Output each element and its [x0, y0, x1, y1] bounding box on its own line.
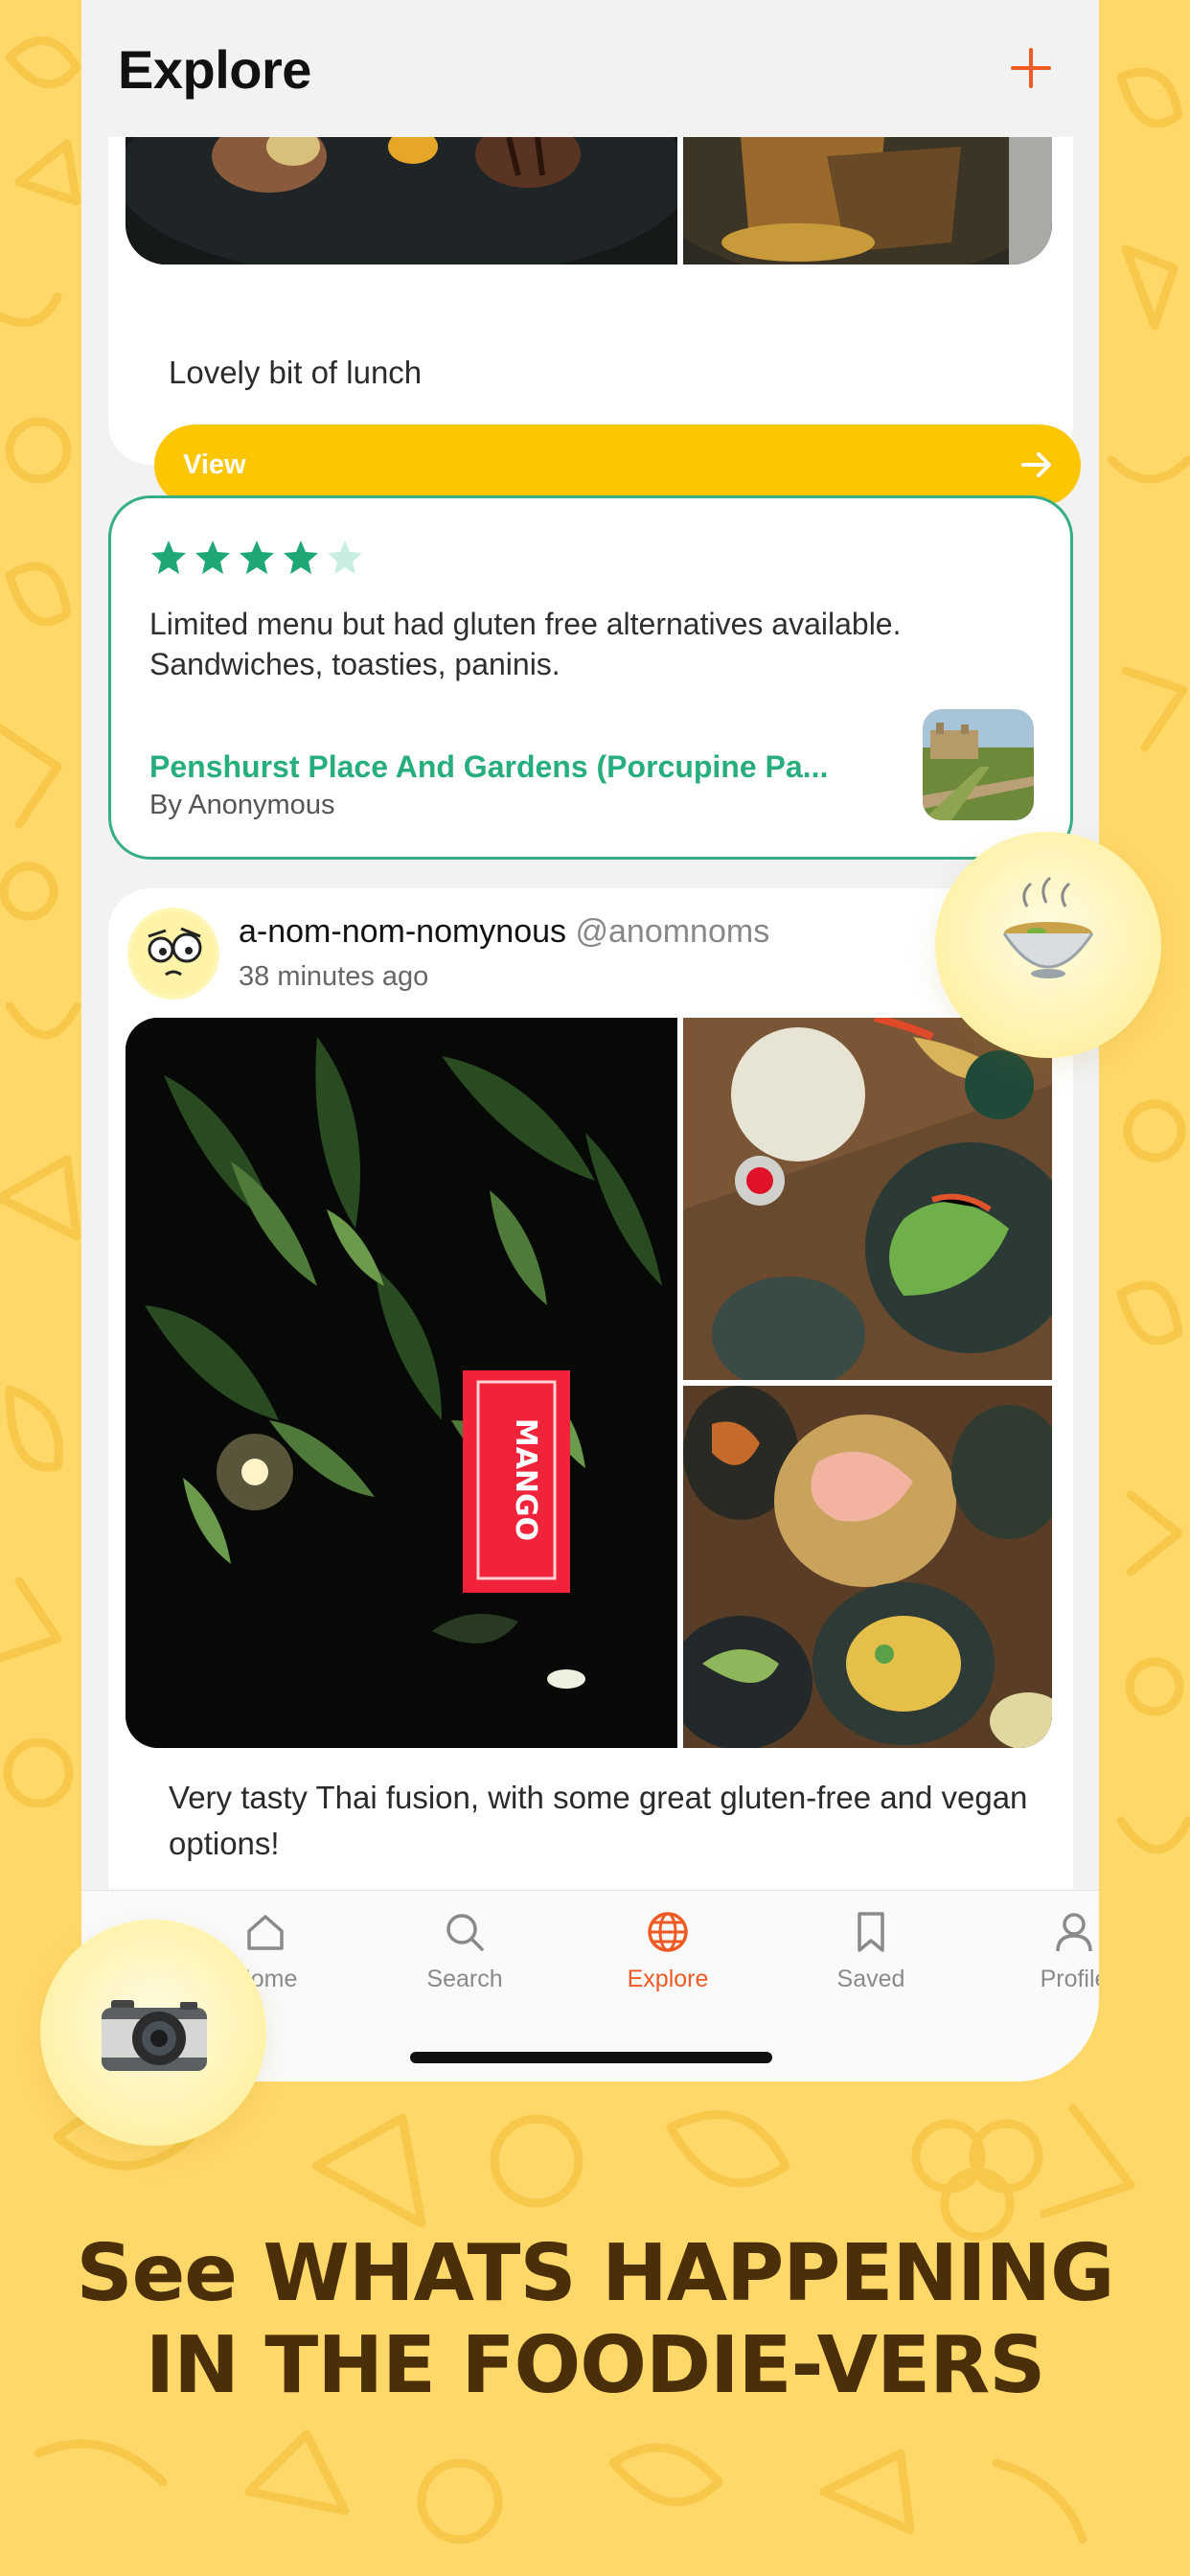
plus-icon[interactable] — [1009, 46, 1053, 90]
food-photo[interactable] — [126, 137, 677, 264]
camera-icon — [102, 2000, 207, 2071]
star-icon — [284, 540, 318, 574]
star-icon — [151, 540, 186, 574]
star-icon — [195, 540, 230, 574]
soup-bowl-icon — [1002, 876, 1094, 978]
tagline-line-1: See WHATS HAPPENING — [76, 2228, 1115, 2319]
bookmark-icon — [858, 1912, 884, 1952]
globe-icon — [648, 1912, 688, 1952]
post-timestamp: 38 minutes ago — [239, 961, 429, 992]
tab-saved[interactable]: Saved — [794, 1910, 948, 2006]
nav-header: Explore — [81, 0, 1099, 137]
display-name: a-nom-nom-nomynous — [239, 913, 567, 950]
review-text: Limited menu but had gluten free alterna… — [149, 607, 902, 681]
post-photo-grid: MANGO — [126, 1018, 1052, 1748]
page-title: Explore — [118, 39, 311, 100]
post-caption: Lovely bit of lunch — [169, 355, 423, 390]
home-indicator — [410, 2052, 772, 2063]
tab-explore[interactable]: Explore — [591, 1910, 744, 2006]
star-icon — [240, 540, 274, 574]
food-photo[interactable] — [683, 1018, 1052, 1380]
tab-label: Profile — [1040, 1966, 1099, 1992]
sign-text: MANGO — [509, 1418, 542, 1541]
search-icon — [446, 1914, 484, 1951]
tagline-line-2: IN THE FOODIE-VERS — [145, 2320, 1046, 2411]
star-empty-icon — [328, 540, 362, 574]
tab-label: Search — [426, 1966, 503, 1992]
avatar[interactable] — [127, 908, 219, 1000]
review-card[interactable]: Limited menu but had gluten free alterna… — [108, 495, 1073, 860]
restaurant-sign-photo[interactable]: MANGO — [126, 1018, 677, 1748]
tab-label: Saved — [836, 1966, 905, 1992]
person-icon — [1056, 1913, 1092, 1952]
post-author[interactable]: a-nom-nom-nomynous @anomnoms — [239, 913, 769, 951]
tab-profile[interactable]: Profile — [997, 1910, 1099, 2006]
review-place-link[interactable]: Penshurst Place And Gardens (Porcupine P… — [149, 749, 897, 785]
soup-bowl-bubble — [935, 832, 1161, 1058]
arrow-right-icon — [1021, 452, 1051, 477]
post-caption: Very tasty Thai fusion, with some great … — [169, 1780, 1028, 1861]
view-button[interactable]: View — [154, 425, 1081, 506]
food-photo[interactable] — [683, 137, 1052, 264]
place-thumbnail[interactable] — [923, 709, 1034, 820]
review-author: By Anonymous — [149, 790, 335, 820]
food-photo[interactable] — [683, 1386, 1052, 1748]
tab-label: Explore — [627, 1966, 709, 1992]
card-photo-grid — [126, 137, 1052, 264]
star-rating — [149, 539, 364, 581]
marketing-tagline: See WHATS HAPPENING IN THE FOODIE-VERS — [0, 2228, 1190, 2412]
camera-bubble — [40, 1920, 266, 2146]
view-button-label: View — [183, 449, 246, 480]
user-handle: @anomnoms — [575, 913, 770, 950]
tab-search[interactable]: Search — [388, 1910, 541, 2006]
